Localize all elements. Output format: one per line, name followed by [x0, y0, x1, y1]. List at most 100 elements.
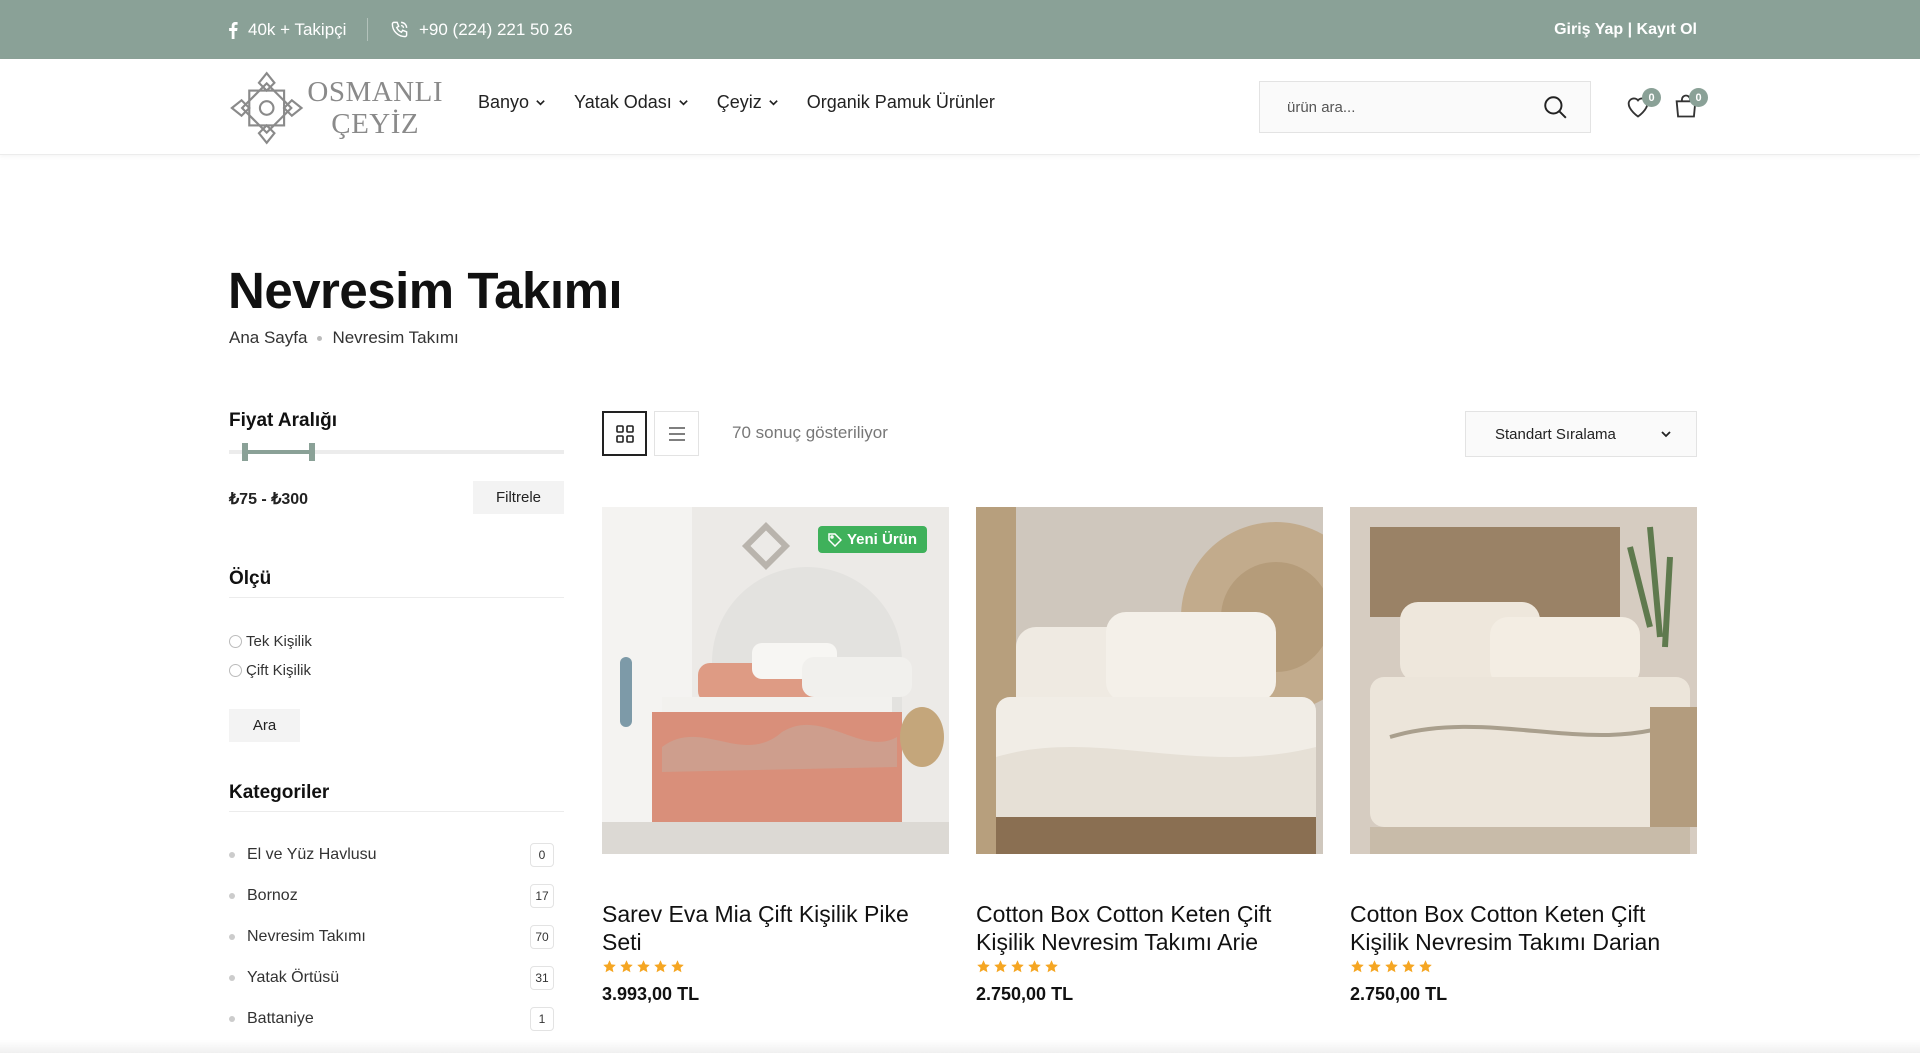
- badge-label: Yeni Ürün: [846, 531, 917, 548]
- product-rating: [1350, 959, 1697, 974]
- top-bar: 40k + Takipçi +90 (224) 221 50 26 Giriş …: [0, 0, 1920, 59]
- main-nav: Banyo Yatak Odası Çeyiz Organik Pamuk Ür…: [478, 92, 995, 113]
- category-name: El ve Yüz Havlusu: [247, 846, 377, 863]
- list-icon: [668, 426, 685, 441]
- bullet: [229, 852, 235, 858]
- login-register-link[interactable]: Giriş Yap | Kayıt Ol: [1554, 0, 1697, 59]
- product-card: Cotton Box Cotton Keten Çift Kişilik Nev…: [976, 507, 1323, 1005]
- category-name: Nevresim Takımı: [247, 928, 366, 945]
- site-logo[interactable]: OSMANLI ÇEYİZ: [228, 66, 443, 150]
- star-icon: [603, 960, 616, 973]
- filter-button[interactable]: Filtrele: [473, 481, 564, 514]
- wishlist-count-badge: 0: [1642, 88, 1661, 107]
- price-slider-min-handle[interactable]: [242, 443, 248, 461]
- phone-text: +90 (224) 221 50 26: [419, 19, 573, 39]
- logo-line-2: ÇEYİZ: [331, 108, 420, 140]
- breadcrumb-separator: [317, 335, 323, 341]
- new-product-badge: Yeni Ürün: [817, 526, 927, 553]
- star-icon: [1385, 960, 1398, 973]
- product-price: 2.750,00 TL: [1350, 984, 1448, 1004]
- size-option-label: Tek Kişilik: [246, 633, 312, 650]
- nav-item-ceyiz[interactable]: Çeyiz: [717, 92, 779, 113]
- tag-icon: [828, 532, 842, 547]
- star-icon: [1419, 960, 1432, 973]
- star-icon: [1402, 960, 1415, 973]
- search-box: [1259, 81, 1591, 133]
- divider: [229, 811, 564, 812]
- size-option-tek-kisilik[interactable]: Tek Kişilik: [229, 633, 312, 650]
- category-item[interactable]: Battaniye 1: [229, 1007, 554, 1031]
- radio-icon: [229, 635, 242, 648]
- sort-select[interactable]: Standart Sıralama: [1465, 411, 1697, 457]
- bullet: [229, 893, 235, 899]
- grid-icon: [615, 424, 634, 443]
- product-title[interactable]: Cotton Box Cotton Keten Çift Kişilik Nev…: [976, 900, 1323, 956]
- search-input[interactable]: [1260, 98, 1542, 116]
- result-count: 70 sonuç gösteriliyor: [732, 423, 888, 442]
- star-icon: [1045, 960, 1058, 973]
- bedroom-photo-cream-arie: [976, 507, 1323, 854]
- star-icon: [1351, 960, 1364, 973]
- facebook-icon: [229, 21, 238, 39]
- product-title[interactable]: Cotton Box Cotton Keten Çift Kişilik Nev…: [1350, 900, 1697, 956]
- chevron-down-icon: [1661, 431, 1671, 438]
- price-slider-max-handle[interactable]: [309, 443, 315, 461]
- product-price: 3.993,00 TL: [602, 984, 700, 1004]
- category-name: Bornoz: [247, 887, 298, 904]
- nav-item-organik-pamuk[interactable]: Organik Pamuk Ürünler: [807, 92, 995, 113]
- logo-ornament-icon: [230, 71, 304, 145]
- product-image[interactable]: Yeni Ürün: [602, 507, 949, 854]
- nav-item-label: Banyo: [478, 92, 530, 112]
- nav-item-label: Yatak Odası: [574, 92, 672, 112]
- page-title: Nevresim Takımı: [228, 262, 623, 319]
- divider: [229, 597, 564, 598]
- price-slider-range: [245, 450, 312, 454]
- sort-selected-value: Standart Sıralama: [1495, 425, 1616, 443]
- product-price: 2.750,00 TL: [976, 984, 1074, 1004]
- category-item[interactable]: Bornoz 17: [229, 884, 554, 908]
- star-icon: [1368, 960, 1381, 973]
- size-option-cift-kisilik[interactable]: Çift Kişilik: [229, 662, 311, 679]
- product-rating: [976, 959, 1323, 974]
- product-image[interactable]: [976, 507, 1323, 854]
- size-search-button[interactable]: Ara: [229, 709, 300, 742]
- phone-link[interactable]: +90 (224) 221 50 26: [390, 0, 573, 59]
- chevron-down-icon: [536, 100, 545, 106]
- topbar-divider: [367, 18, 368, 41]
- star-icon: [620, 960, 633, 973]
- bedroom-photo-cream-darian: [1350, 507, 1697, 854]
- product-title[interactable]: Sarev Eva Mia Çift Kişilik Pike Seti: [602, 900, 949, 956]
- category-item[interactable]: Yatak Örtüsü 31: [229, 966, 554, 990]
- grid-view-button[interactable]: [602, 411, 647, 456]
- category-name: Battaniye: [247, 1010, 314, 1027]
- nav-item-label: Çeyiz: [716, 92, 762, 112]
- star-icon: [637, 960, 650, 973]
- followers-text: 40k + Takipçi: [248, 19, 347, 39]
- breadcrumb-current: Nevresim Takımı: [332, 328, 459, 347]
- breadcrumb-home-link[interactable]: Ana Sayfa: [229, 328, 307, 348]
- product-card: Yeni Ürün Sarev Eva Mia Çift Kişilik Pik…: [602, 507, 949, 1005]
- social-followers-link[interactable]: 40k + Takipçi: [228, 0, 346, 59]
- nav-item-yatak-odasi[interactable]: Yatak Odası: [574, 92, 689, 113]
- phone-icon: [391, 21, 408, 38]
- category-item[interactable]: El ve Yüz Havlusu 0: [229, 843, 554, 867]
- category-name: Yatak Örtüsü: [247, 969, 340, 986]
- bullet: [229, 975, 235, 981]
- star-icon: [1011, 960, 1024, 973]
- star-icon: [1028, 960, 1041, 973]
- star-icon: [654, 960, 667, 973]
- search-icon[interactable]: [1542, 94, 1568, 120]
- category-count: 1: [530, 1007, 554, 1031]
- category-count: 0: [530, 843, 554, 867]
- logo-text: OSMANLI ÇEYİZ: [307, 76, 443, 140]
- breadcrumb: Ana Sayfa Nevresim Takımı: [229, 328, 459, 348]
- chevron-down-icon: [679, 100, 688, 106]
- product-image[interactable]: [1350, 507, 1697, 854]
- bottom-fade: [0, 1040, 1920, 1053]
- nav-item-banyo[interactable]: Banyo: [478, 92, 546, 113]
- price-range-text: ₺75 - ₺300: [229, 491, 309, 508]
- size-filter-title: Ölçü: [229, 568, 272, 589]
- logo-line-1: OSMANLI: [307, 76, 443, 108]
- category-item[interactable]: Nevresim Takımı 70: [229, 925, 554, 949]
- list-view-button[interactable]: [654, 411, 699, 456]
